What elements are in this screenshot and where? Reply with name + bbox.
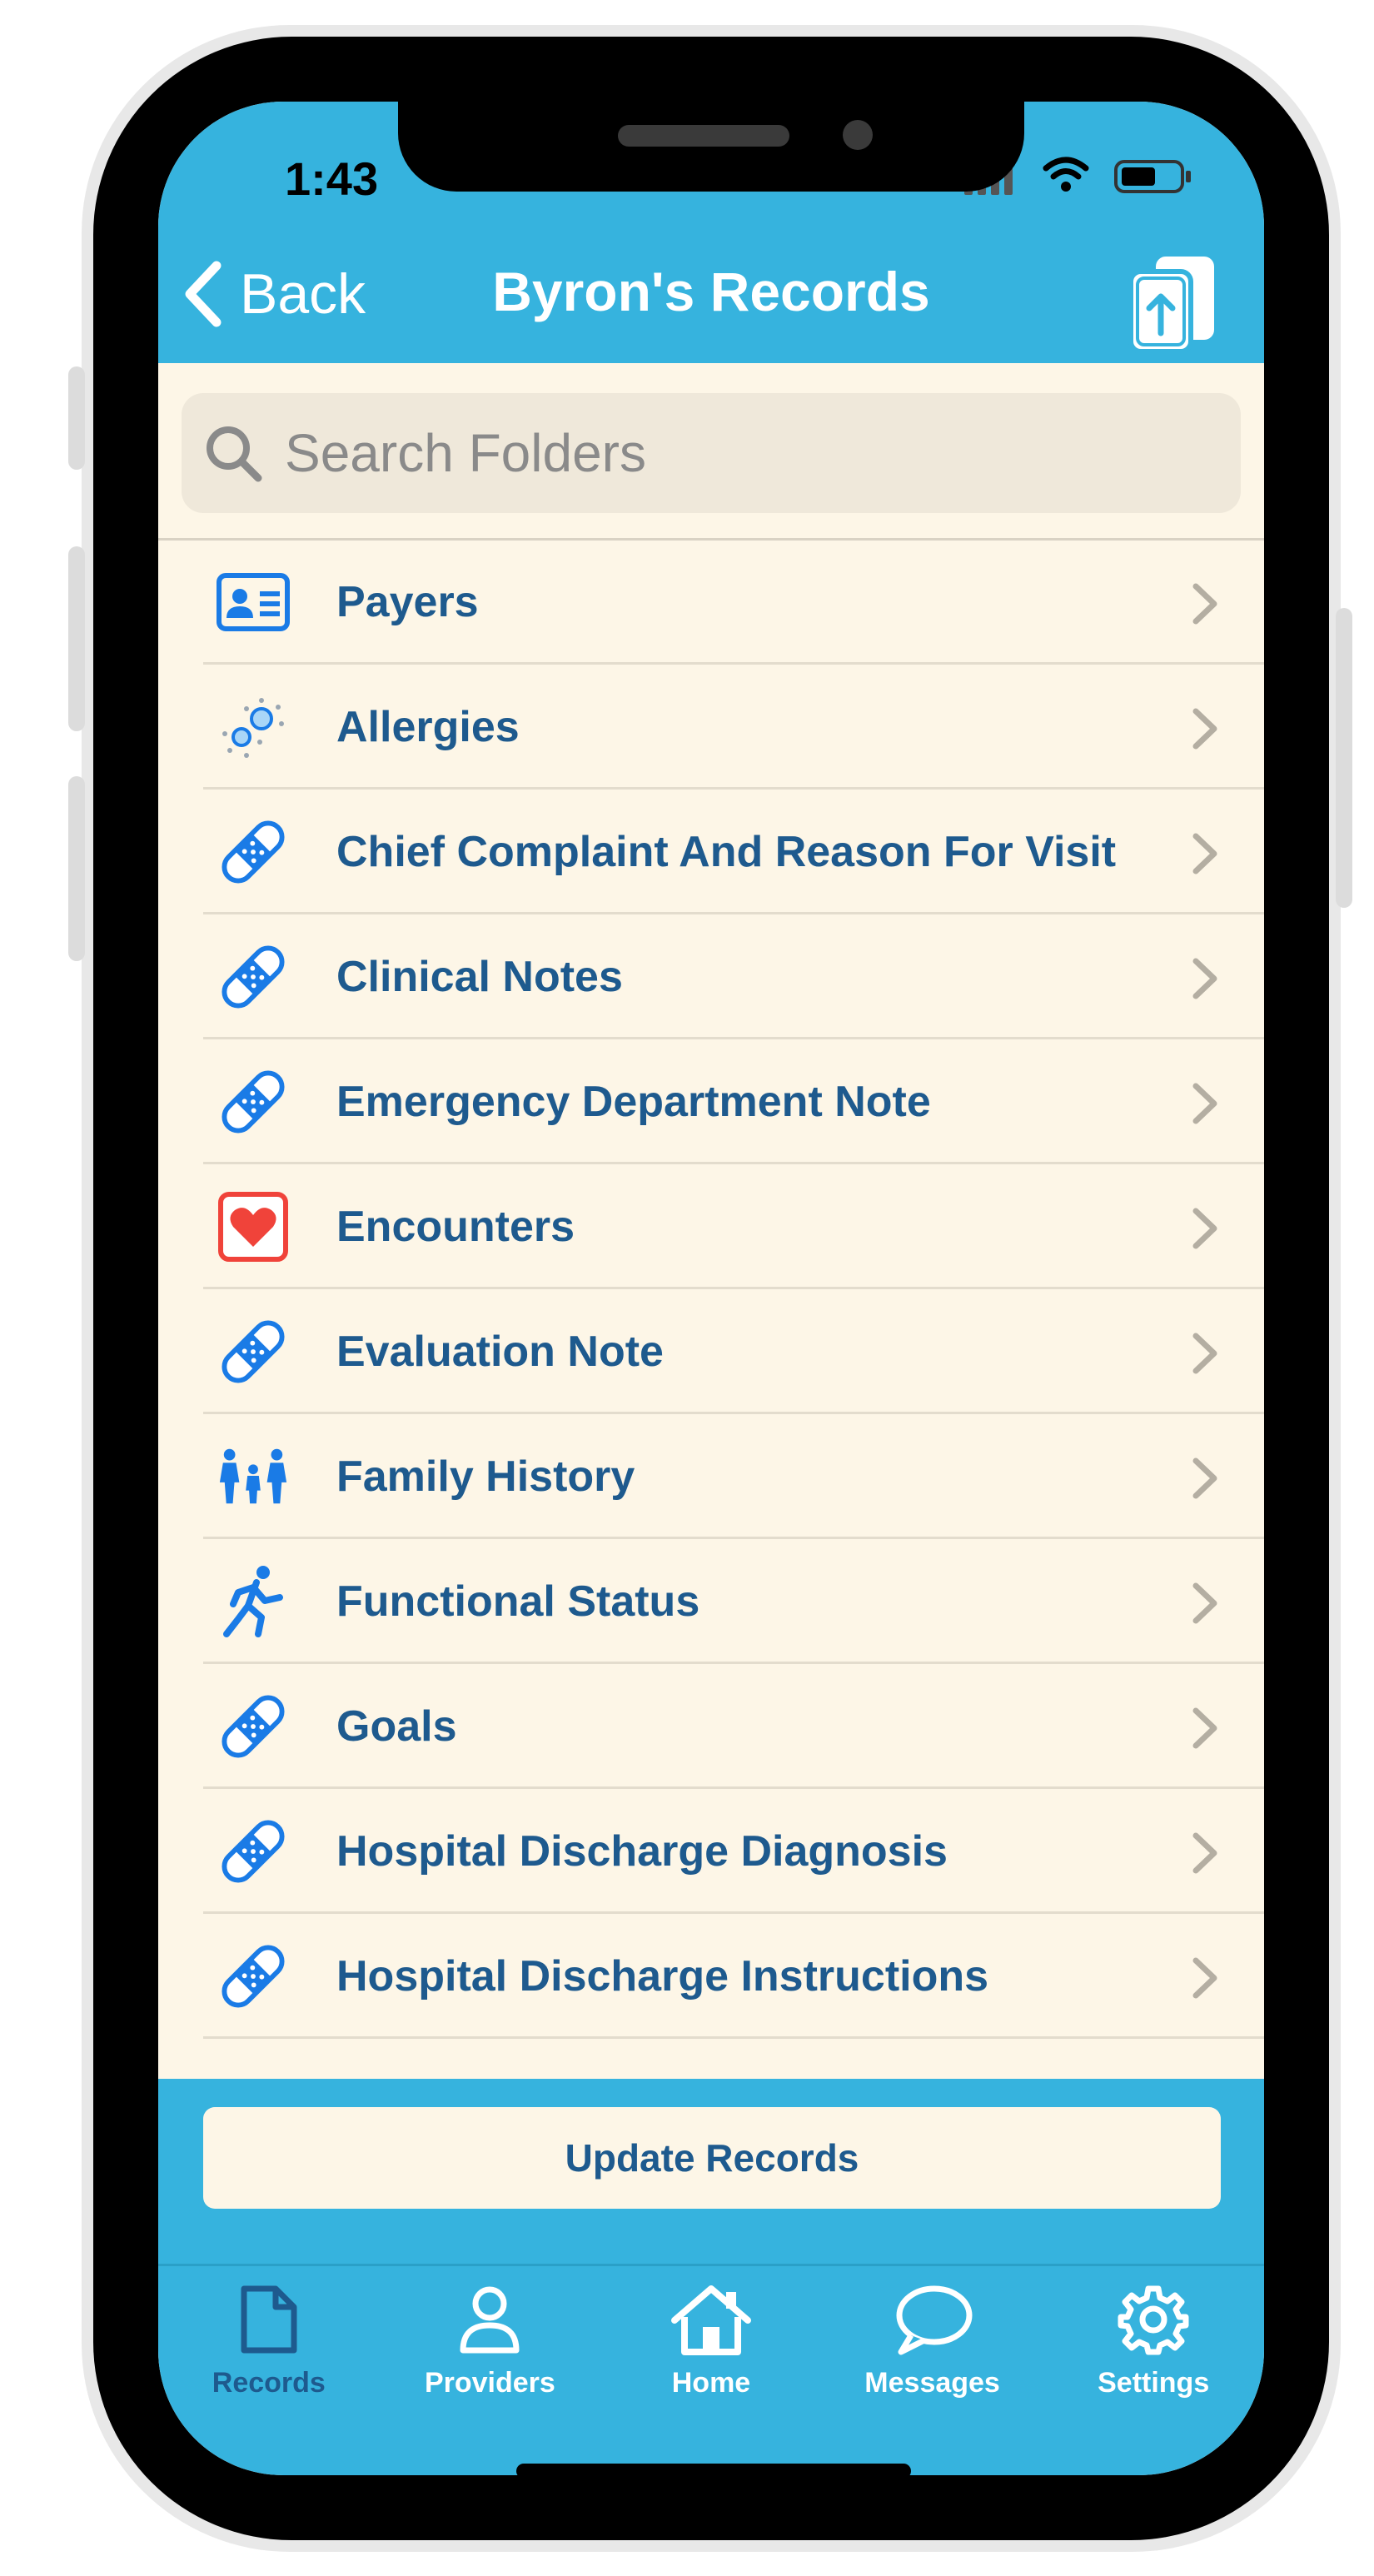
bandage-icon — [217, 1945, 290, 2008]
volume-up-button — [68, 546, 85, 731]
power-button — [1336, 608, 1352, 908]
tab-label: Providers — [424, 2367, 555, 2399]
folder-label: Functional Status — [336, 1577, 700, 1626]
chevron-right-icon — [1192, 1208, 1217, 1249]
tab-records[interactable]: Records — [158, 2284, 380, 2417]
tab-label: Messages — [864, 2367, 1000, 2399]
tab-label: Settings — [1098, 2367, 1210, 2399]
bandage-icon — [217, 1820, 290, 1883]
folder-label: Family History — [336, 1452, 635, 1501]
search-input[interactable] — [283, 421, 1119, 485]
status-time: 1:43 — [285, 152, 379, 205]
bandage-icon — [217, 945, 290, 1009]
chevron-right-icon — [1192, 708, 1217, 750]
folder-label: Allergies — [336, 703, 520, 751]
folder-row[interactable]: Functional Status — [158, 1539, 1264, 1664]
folder-row[interactable]: Allergies — [158, 665, 1264, 790]
chevron-right-icon — [1192, 1457, 1217, 1499]
chevron-right-icon — [1192, 1707, 1217, 1749]
folder-row[interactable]: Family History — [158, 1414, 1264, 1539]
folder-label: Emergency Department Note — [336, 1078, 931, 1126]
share-records-icon[interactable] — [1126, 253, 1219, 355]
gear-icon — [1118, 2285, 1189, 2355]
folder-row[interactable]: Hospital Discharge Instructions — [158, 1914, 1264, 2039]
folder-row[interactable]: Chief Complaint And Reason For Visit — [158, 790, 1264, 914]
row-divider — [203, 2036, 1264, 2039]
chevron-right-icon — [1192, 958, 1217, 999]
folder-label: Hospital Discharge Diagnosis — [336, 1827, 948, 1876]
house-icon — [670, 2285, 751, 2355]
chevron-right-icon — [1192, 1582, 1217, 1624]
folder-list: Payers Allergies Chief Complaint And Reaso… — [158, 540, 1264, 2039]
update-records-button[interactable]: Update Records — [203, 2107, 1221, 2209]
home-indicator — [516, 2464, 911, 2475]
folder-label: Goals — [336, 1702, 457, 1751]
chevron-right-icon — [1192, 833, 1217, 874]
family-icon — [217, 1445, 290, 1508]
tab-providers[interactable]: Providers — [380, 2284, 601, 2417]
folder-row[interactable]: Payers — [158, 540, 1264, 665]
folder-row[interactable]: Emergency Department Note — [158, 1039, 1264, 1164]
folder-row[interactable]: Clinical Notes — [158, 914, 1264, 1039]
chevron-right-icon — [1192, 1832, 1217, 1874]
tab-bar: Records Providers Home Messages Settings — [158, 2284, 1264, 2417]
search-icon — [207, 426, 262, 482]
notch — [398, 102, 1024, 192]
folder-row[interactable]: Evaluation Note — [158, 1289, 1264, 1414]
folder-row[interactable]: Hospital Discharge Diagnosis — [158, 1789, 1264, 1914]
chevron-right-icon — [1192, 1333, 1217, 1374]
chevron-right-icon — [1192, 583, 1217, 625]
bandage-icon — [217, 1320, 290, 1383]
folder-label: Encounters — [336, 1203, 575, 1251]
chevron-right-icon — [1192, 1083, 1217, 1124]
wifi-icon — [1043, 157, 1089, 192]
tab-label: Home — [671, 2367, 751, 2399]
folder-row[interactable]: Encounters — [158, 1164, 1264, 1289]
id-card-icon — [217, 571, 290, 634]
screen: 1:43 Back Byron's Records PayersAllergie — [158, 102, 1264, 2475]
bandage-icon — [217, 1070, 290, 1134]
allergen-icon — [217, 695, 290, 759]
volume-down-button — [68, 776, 85, 961]
tab-label: Records — [212, 2367, 326, 2399]
folder-row[interactable]: Goals — [158, 1664, 1264, 1789]
tab-settings[interactable]: Settings — [1043, 2284, 1264, 2417]
chat-bubble-icon — [896, 2285, 973, 2355]
folder-label: Clinical Notes — [336, 953, 623, 1001]
bandage-icon — [217, 1695, 290, 1758]
search-bar[interactable] — [182, 393, 1241, 513]
heart-icon — [217, 1192, 290, 1262]
document-icon — [241, 2285, 297, 2354]
bandage-icon — [217, 820, 290, 884]
tab-bar-divider — [158, 2264, 1264, 2266]
person-icon — [460, 2286, 520, 2354]
speaker — [618, 125, 789, 147]
tab-home[interactable]: Home — [600, 2284, 822, 2417]
folder-label: Payers — [336, 578, 479, 626]
runner-icon — [217, 1566, 290, 1637]
folder-label: Chief Complaint And Reason For Visit — [336, 828, 1117, 876]
side-button — [68, 366, 85, 470]
page-title: Byron's Records — [492, 261, 930, 322]
camera — [843, 120, 873, 150]
folder-label: Hospital Discharge Instructions — [336, 1952, 989, 2001]
battery-icon — [1114, 160, 1191, 193]
tab-messages[interactable]: Messages — [822, 2284, 1043, 2417]
chevron-right-icon — [1192, 1957, 1217, 1999]
folder-label: Evaluation Note — [336, 1328, 664, 1376]
